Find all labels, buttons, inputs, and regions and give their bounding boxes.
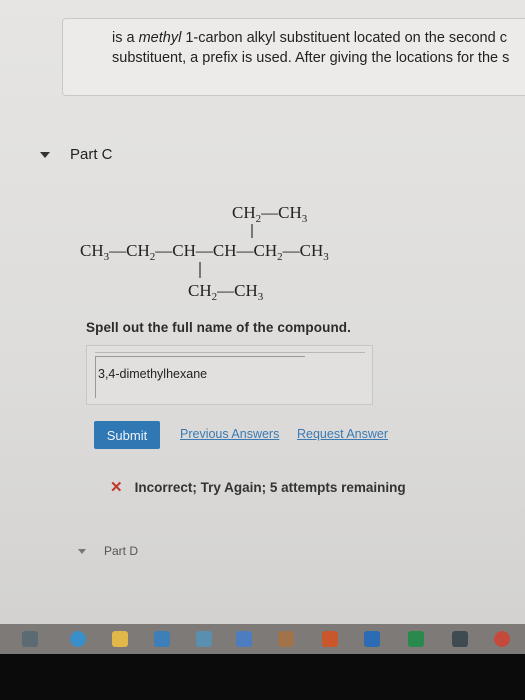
hint-line-1: is a methyl 1-carbon alkyl substituent l… (112, 28, 525, 48)
bottom-substituent: CH2—CH3 (188, 281, 264, 303)
store-icon[interactable] (154, 631, 170, 647)
answer-value: 3,4-dimethylhexane (98, 367, 208, 381)
word-icon[interactable] (364, 631, 380, 647)
caret-down-icon[interactable] (78, 548, 86, 554)
caret-down-icon[interactable] (40, 151, 50, 158)
screen: is a methyl 1-carbon alkyl substituent l… (0, 0, 525, 625)
file-explorer-icon[interactable] (112, 631, 128, 647)
terminal-icon[interactable] (452, 631, 468, 647)
structural-formula: CH2—CH3 CH3—CH2—CH—CH—CH2—CH3 CH2—CH3 (80, 203, 329, 303)
answer-input[interactable]: 3,4-dimethylhexane (95, 356, 305, 398)
app-icon[interactable] (278, 631, 294, 647)
submit-button[interactable]: Submit (94, 421, 160, 449)
hint-line-2: substituent, a prefix is used. After giv… (112, 50, 510, 66)
previous-answers-link[interactable]: Previous Answers (180, 427, 279, 441)
taskbar (0, 624, 525, 654)
part-c-label: Part C (70, 146, 113, 163)
task-view-icon[interactable] (22, 631, 38, 647)
top-substituent: CH2—CH3 (232, 203, 308, 225)
question-prompt: Spell out the full name of the compound. (86, 320, 351, 335)
monitor-bezel (0, 654, 525, 700)
hint-line-1-suffix: 1-carbon alkyl substituent located on th… (181, 30, 507, 46)
feedback-message: ✕ Incorrect; Try Again; 5 attempts remai… (110, 478, 406, 496)
part-d-label: Part D (104, 544, 139, 558)
feedback-text: Incorrect; Try Again; 5 attempts remaini… (134, 479, 406, 495)
hint-line-1-prefix: is a (112, 30, 139, 46)
incorrect-x-icon: ✕ (110, 479, 123, 496)
main-chain: CH3—CH2—CH—CH—CH2—CH3 (80, 241, 329, 263)
part-c-header[interactable]: Part C (40, 146, 113, 163)
request-answer-link[interactable]: Request Answer (297, 427, 388, 441)
hint-line-1-emphasis: methyl (138, 30, 182, 46)
answer-container: 3,4-dimethylhexane (86, 345, 373, 405)
power-automate-icon[interactable] (236, 631, 252, 647)
office-icon[interactable] (322, 631, 338, 647)
answer-toolbar-line (95, 352, 365, 353)
photos-icon[interactable] (196, 631, 212, 647)
edge-icon[interactable] (70, 631, 86, 647)
excel-icon[interactable] (408, 631, 424, 647)
hint-text: is a methyl 1-carbon alkyl substituent l… (112, 28, 525, 68)
part-d-header[interactable]: Part D (78, 544, 138, 558)
chrome-icon[interactable] (494, 631, 510, 647)
